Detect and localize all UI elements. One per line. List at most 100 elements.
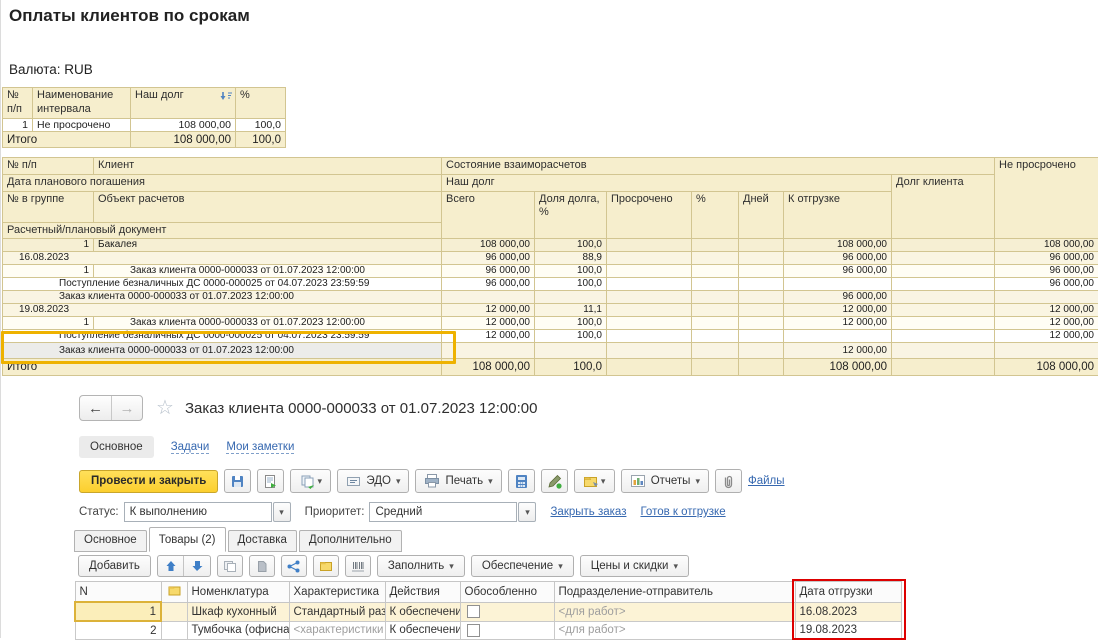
post-and-close-button[interactable]: Провести и закрыть <box>79 470 218 493</box>
detail-col-our-debt[interactable]: Наш долг <box>442 174 892 191</box>
detail-col-client-debt[interactable]: Долг клиента <box>892 174 995 239</box>
detail-row[interactable]: Поступление безналичных ДС 0000-000025 о… <box>3 278 1098 291</box>
copy-row-button[interactable] <box>217 555 243 577</box>
detail-row[interactable]: 16.08.202396 000,0088,996 000,0096 000,0… <box>3 252 1098 265</box>
back-button[interactable]: ← <box>80 396 111 420</box>
edo-button[interactable]: ЭДО ▾ <box>337 469 409 493</box>
tab-my-notes[interactable]: Мои заметки <box>226 441 294 454</box>
detail-col-settlement-state[interactable]: Состояние взаиморасчетов <box>442 158 995 175</box>
print-button[interactable]: Печать ▾ <box>415 469 501 493</box>
status-select[interactable]: К выполнению <box>124 502 272 522</box>
attachments-button[interactable] <box>715 469 742 493</box>
detail-row[interactable]: 1Бакалея108 000,00100,0108 000,00108 000… <box>3 239 1098 252</box>
detail-row[interactable]: Заказ клиента 0000-000033 от 01.07.2023 … <box>3 291 1098 304</box>
item-cell-department[interactable]: <для работ> <box>554 602 795 621</box>
share-button[interactable] <box>281 555 307 577</box>
files-link[interactable]: Файлы <box>748 475 785 487</box>
reports-button[interactable]: Отчеты ▾ <box>621 469 709 493</box>
item-cell-department[interactable]: <для работ> <box>554 621 795 640</box>
add-button[interactable]: Добавить <box>78 555 151 577</box>
status-dropdown-button[interactable]: ▾ <box>273 502 291 522</box>
tab-goods[interactable]: Товары (2) <box>149 527 226 552</box>
detail-col-planned-date[interactable]: Дата планового погашения <box>3 174 442 191</box>
item-row[interactable]: 1 Шкаф кухонныйСтандартный размерК обеспе… <box>75 602 901 621</box>
detail-col-overdue-pct[interactable]: % <box>692 191 739 239</box>
item-cell-n[interactable]: 2 <box>75 621 161 640</box>
move-down-button[interactable] <box>183 556 210 576</box>
fill-button[interactable]: Заполнить ▾ <box>377 555 465 577</box>
detail-col-debt-share[interactable]: Доля долга, % <box>535 191 607 239</box>
detail-cell-label: 19.08.2023 <box>3 304 442 317</box>
detail-row[interactable]: Поступление безналичных ДС 0000-000025 о… <box>3 330 1098 343</box>
tab-delivery[interactable]: Доставка <box>228 530 297 552</box>
detail-col-document[interactable]: Расчетный/плановый документ <box>3 222 442 239</box>
detail-col-num[interactable]: № п/п <box>3 158 94 175</box>
detail-col-settlement-object[interactable]: Объект расчетов <box>94 191 442 222</box>
dropdown-arrow-icon: ▾ <box>695 476 700 487</box>
item-cell-nomenclature[interactable]: Шкаф кухонный <box>187 602 289 621</box>
items-col-group[interactable] <box>161 582 187 603</box>
summary-col-percent[interactable]: % <box>236 88 286 119</box>
copy-button[interactable]: ▾ <box>290 469 331 493</box>
items-col-nomenclature[interactable]: Номенклатура <box>187 582 289 603</box>
calculator-button[interactable] <box>508 469 535 493</box>
items-col-department[interactable]: Подразделение-отправитель <box>554 582 795 603</box>
tab-additional[interactable]: Дополнительно <box>299 530 402 552</box>
checkbox[interactable] <box>467 605 480 618</box>
items-col-actions[interactable]: Действия <box>385 582 460 603</box>
prices-discounts-button[interactable]: Цены и скидки ▾ <box>580 555 689 577</box>
detail-row[interactable]: Заказ клиента 0000-000033 от 01.07.2023 … <box>3 343 1098 359</box>
detail-col-client[interactable]: Клиент <box>94 158 442 175</box>
checkbox[interactable] <box>467 624 480 637</box>
items-col-separate[interactable]: Обособленно <box>460 582 554 603</box>
item-cell-ship-date[interactable]: 16.08.2023 <box>795 602 901 621</box>
item-cell-ship-date[interactable]: 19.08.2023 <box>795 621 901 640</box>
detail-row[interactable]: 1Заказ клиента 0000-000033 от 01.07.2023… <box>3 265 1098 278</box>
move-up-button[interactable] <box>158 556 184 576</box>
summary-col-our-debt[interactable]: Наш долг <box>131 88 236 119</box>
detail-col-num-in-group[interactable]: № в группе <box>3 191 94 222</box>
tab-general[interactable]: Основное <box>74 530 147 552</box>
forward-button[interactable]: → <box>111 396 142 420</box>
item-cell-nomenclature[interactable]: Тумбочка (офисная меб... <box>187 621 289 640</box>
priority-select[interactable]: Средний <box>369 502 517 522</box>
supply-button-label: Обеспечение <box>482 560 553 572</box>
dropdown-arrow-icon: ▾ <box>601 476 606 487</box>
item-cell-action[interactable]: К обеспечению <box>385 621 460 640</box>
detail-col-not-overdue[interactable]: Не просрочено <box>995 158 1098 239</box>
barcode-scanner-button[interactable] <box>345 555 371 577</box>
summary-col-interval[interactable]: Наименование интервала <box>33 88 131 119</box>
favorite-star-icon[interactable]: ☆ <box>156 398 174 418</box>
detail-col-to-ship[interactable]: К отгрузке <box>784 191 892 239</box>
detail-col-total[interactable]: Всего <box>442 191 535 239</box>
priority-dropdown-button[interactable]: ▾ <box>518 502 536 522</box>
items-col-ship-date[interactable]: Дата отгрузки <box>795 582 901 603</box>
items-col-n[interactable]: N <box>75 582 161 603</box>
tab-tasks[interactable]: Задачи <box>171 441 210 454</box>
signature-button[interactable] <box>541 469 568 493</box>
delete-row-button[interactable] <box>249 555 275 577</box>
detail-col-overdue[interactable]: Просрочено <box>607 191 692 239</box>
detail-cell-value: 12 000,00 <box>784 343 892 359</box>
item-cell-characteristic[interactable]: Стандартный размер <box>289 602 385 621</box>
items-col-characteristic[interactable]: Характеристика <box>289 582 385 603</box>
tab-main[interactable]: Основное <box>79 436 154 458</box>
create-based-on-button[interactable]: ▾ <box>574 469 615 493</box>
summary-row[interactable]: 1 Не просрочено 108 000,00 100,0 <box>3 119 286 132</box>
item-cell-n[interactable]: 1 <box>75 602 161 621</box>
summary-col-num[interactable]: № п/п <box>3 88 33 119</box>
folder-button[interactable] <box>313 555 339 577</box>
close-order-link[interactable]: Закрыть заказ <box>550 506 626 518</box>
post-document-button[interactable] <box>257 469 284 493</box>
supply-button[interactable]: Обеспечение ▾ <box>471 555 574 577</box>
save-button[interactable] <box>224 469 251 493</box>
detail-row[interactable]: 19.08.202312 000,0011,112 000,0012 000,0… <box>3 304 1098 317</box>
item-cell-characteristic[interactable]: <характеристики не исп... <box>289 621 385 640</box>
detail-cell-value <box>739 317 784 330</box>
detail-total-total: 108 000,00 <box>442 359 535 376</box>
item-row[interactable]: 2 Тумбочка (офисная меб...<характеристики… <box>75 621 901 640</box>
item-cell-action[interactable]: К обеспечению <box>385 602 460 621</box>
detail-col-days[interactable]: Дней <box>739 191 784 239</box>
ready-to-ship-link[interactable]: Готов к отгрузке <box>640 506 725 518</box>
detail-row[interactable]: 1Заказ клиента 0000-000033 от 01.07.2023… <box>3 317 1098 330</box>
